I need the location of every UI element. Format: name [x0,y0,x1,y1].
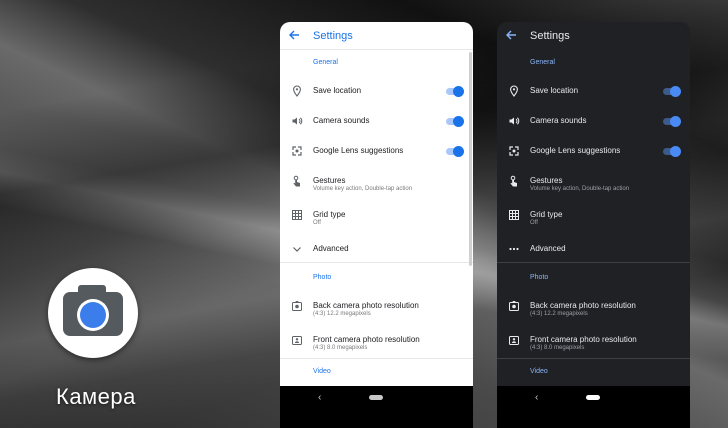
location-pin-icon [291,85,303,97]
page-title: Settings [530,30,570,42]
section-photo: Photo [313,274,332,281]
system-nav-bar: ‹ [497,386,690,428]
setting-camera-sounds[interactable]: Camera sounds [280,113,473,141]
toggle-knob [453,116,464,127]
setting-title: Save location [530,86,579,95]
toggle-knob [670,116,681,127]
setting-title: Front camera photo resolution [530,335,637,344]
volume-icon [508,115,520,127]
nav-home-pill[interactable] [369,395,383,400]
more-dots-icon [508,243,520,255]
setting-title: Advanced [530,244,566,253]
setting-front-camera-resolution[interactable]: Front camera photo resolution (4:3) 8.0 … [497,332,690,360]
divider [497,358,690,359]
setting-advanced[interactable]: Advanced [280,241,473,269]
save-location-toggle[interactable] [663,86,681,97]
setting-title: Gestures [313,176,346,185]
setting-save-location[interactable]: Save location [280,83,473,111]
setting-title: Google Lens suggestions [313,146,404,155]
section-photo: Photo [530,274,549,281]
toggle-knob [453,86,464,97]
nav-back-icon[interactable]: ‹ [535,392,538,403]
divider [280,262,473,263]
setting-front-camera-resolution[interactable]: Front camera photo resolution (4:3) 8.0 … [280,332,473,360]
setting-title: Advanced [313,244,349,253]
toggle-knob [453,146,464,157]
phone-dark-theme: Settings General Save location Camera so… [497,22,690,428]
camera-sounds-toggle[interactable] [663,116,681,127]
setting-lens-suggestions[interactable]: Google Lens suggestions [280,143,473,171]
lens-suggestions-toggle[interactable] [663,146,681,157]
save-location-toggle[interactable] [446,86,464,97]
setting-title: Camera sounds [313,116,370,125]
setting-advanced[interactable]: Advanced [497,241,690,269]
setting-title: Camera sounds [530,116,587,125]
setting-subtitle: (4:3) 12.2 megapixels [530,311,588,317]
arrow-left-icon[interactable] [288,29,300,41]
setting-grid-type[interactable]: Grid type Off [497,207,690,235]
camera-back-icon [508,300,520,312]
page-title: Settings [313,30,353,42]
phone-light-theme: Settings General Save location Camera so… [280,22,473,428]
arrow-left-icon[interactable] [505,29,517,41]
camera-back-icon [291,300,303,312]
setting-subtitle: Volume key action, Double-tap action [313,186,413,192]
setting-subtitle: (4:3) 12.2 megapixels [313,311,371,317]
section-video: Video [530,368,548,375]
nav-back-icon[interactable]: ‹ [318,392,321,403]
lens-icon [291,145,303,157]
volume-icon [291,115,303,127]
app-bar: Settings [497,22,690,50]
setting-subtitle: (4:3) 8.0 megapixels [313,345,368,351]
setting-title: Gestures [530,176,563,185]
setting-subtitle: Off [530,220,538,226]
nav-home-pill[interactable] [586,395,600,400]
scrollbar[interactable] [469,52,472,266]
setting-title: Grid type [530,210,563,219]
camera-app-icon[interactable] [48,268,138,358]
divider [280,358,473,359]
section-video: Video [313,368,331,375]
setting-title: Front camera photo resolution [313,335,420,344]
gesture-hand-icon [508,175,520,187]
setting-gestures[interactable]: Gestures Volume key action, Double-tap a… [497,173,690,201]
toggle-knob [670,146,681,157]
lens-suggestions-toggle[interactable] [446,146,464,157]
app-label: Камера [56,384,136,409]
camera-icon-lens [80,302,106,328]
camera-sounds-toggle[interactable] [446,116,464,127]
section-general: General [530,59,555,66]
setting-back-camera-resolution[interactable]: Back camera photo resolution (4:3) 12.2 … [280,298,473,326]
chevron-down-icon [291,243,303,255]
location-pin-icon [508,85,520,97]
setting-title: Grid type [313,210,346,219]
setting-title: Back camera photo resolution [530,301,636,310]
section-general: General [313,59,338,66]
setting-title: Back camera photo resolution [313,301,419,310]
setting-subtitle: Volume key action, Double-tap action [530,186,630,192]
setting-lens-suggestions[interactable]: Google Lens suggestions [497,143,690,171]
toggle-knob [670,86,681,97]
setting-camera-sounds[interactable]: Camera sounds [497,113,690,141]
setting-subtitle: Off [313,220,321,226]
divider [497,262,690,263]
lens-icon [508,145,520,157]
setting-back-camera-resolution[interactable]: Back camera photo resolution (4:3) 12.2 … [497,298,690,326]
setting-save-location[interactable]: Save location [497,83,690,111]
setting-gestures[interactable]: Gestures Volume key action, Double-tap a… [280,173,473,201]
setting-title: Save location [313,86,362,95]
camera-front-icon [291,334,303,346]
setting-grid-type[interactable]: Grid type Off [280,207,473,235]
setting-subtitle: (4:3) 8.0 megapixels [530,345,585,351]
system-nav-bar: ‹ [280,386,473,428]
gesture-hand-icon [291,175,303,187]
grid-icon [508,209,520,221]
grid-icon [291,209,303,221]
setting-title: Google Lens suggestions [530,146,621,155]
app-bar: Settings [280,22,473,50]
camera-front-icon [508,334,520,346]
